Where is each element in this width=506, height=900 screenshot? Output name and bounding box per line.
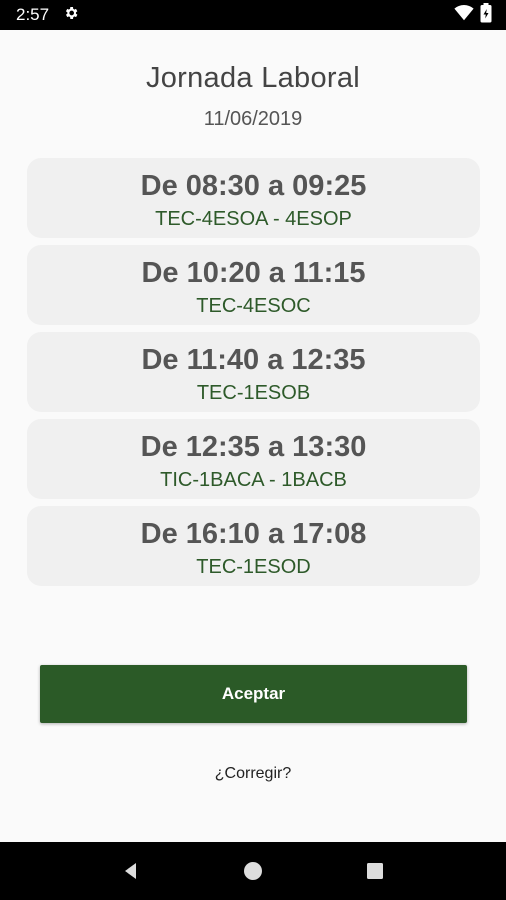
- accept-button[interactable]: Aceptar: [40, 665, 467, 723]
- wifi-icon: [454, 4, 474, 26]
- slot-time: De 10:20 a 11:15: [141, 257, 366, 289]
- slot-group: TEC-1ESOD: [196, 556, 311, 578]
- correct-link[interactable]: ¿Corregir?: [0, 765, 506, 783]
- page-title: Jornada Laboral: [145, 62, 361, 94]
- slot-group: TIC-1BACA - 1BACB: [160, 469, 347, 491]
- battery-icon: [480, 2, 492, 28]
- back-icon[interactable]: [111, 851, 151, 891]
- navigation-bar: [0, 842, 506, 900]
- page-date: 11/06/2019: [203, 108, 303, 130]
- slot-group: TEC-1ESOB: [196, 382, 311, 404]
- status-time: 2:57: [16, 5, 50, 24]
- slot-group: TEC-4ESOC: [196, 295, 311, 317]
- schedule-slot: De 12:35 a 13:30 TIC-1BACA - 1BACB: [27, 419, 480, 499]
- slot-time: De 08:30 a 09:25: [140, 170, 367, 202]
- slot-time: De 16:10 a 17:08: [140, 518, 367, 550]
- schedule-slot: De 10:20 a 11:15 TEC-4ESOC: [27, 245, 480, 325]
- recents-icon[interactable]: [355, 851, 395, 891]
- settings-icon: [63, 5, 79, 26]
- schedule-slot: De 08:30 a 09:25 TEC-4ESOA - 4ESOP: [27, 158, 480, 238]
- slot-time: De 11:40 a 12:35: [141, 344, 366, 376]
- slot-group: TEC-4ESOA - 4ESOP: [155, 208, 352, 230]
- slot-time: De 12:35 a 13:30: [140, 431, 367, 463]
- main-content: Jornada Laboral 11/06/2019 De 08:30 a 09…: [0, 30, 506, 842]
- home-icon[interactable]: [233, 851, 273, 891]
- status-bar: 2:57: [0, 0, 506, 30]
- schedule-slot: De 11:40 a 12:35 TEC-1ESOB: [27, 332, 480, 412]
- schedule-slot: De 16:10 a 17:08 TEC-1ESOD: [27, 506, 480, 586]
